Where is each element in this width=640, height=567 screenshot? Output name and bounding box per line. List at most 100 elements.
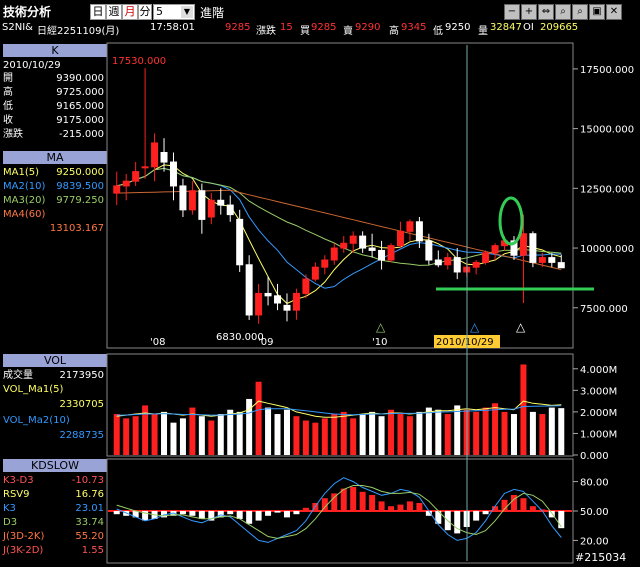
signal-triangle: △ (516, 320, 526, 334)
kd-diff-bar (558, 511, 565, 529)
volume-bar (151, 414, 158, 455)
volume-bar (208, 420, 215, 455)
volume-bar (510, 414, 517, 455)
candle-body (396, 230, 404, 247)
volume-bar (397, 414, 404, 455)
candle-body (538, 257, 546, 263)
kd-diff-bar (340, 488, 347, 511)
volume-bar (548, 407, 555, 455)
kd-diff-bar (359, 491, 366, 511)
volume-bar (123, 418, 130, 455)
volume-bar (274, 414, 281, 455)
volume-bar (425, 407, 432, 455)
candle-body (482, 252, 490, 263)
volume-bar (482, 407, 489, 455)
candle-body (349, 235, 357, 244)
signal-triangle: △ (376, 320, 386, 334)
volume-bar (492, 403, 499, 455)
candle-body (529, 233, 537, 263)
candle-body (255, 292, 263, 316)
candle-body (311, 266, 319, 280)
volume-bar (435, 409, 442, 455)
kd-diff-bar (406, 501, 413, 511)
candle-body (226, 204, 234, 216)
kd-diff-bar (529, 506, 536, 511)
candle-body (425, 240, 433, 261)
volume-bar (331, 414, 338, 455)
price-chart-frame (106, 42, 574, 349)
volume-bar (236, 411, 243, 455)
candle-body (179, 185, 187, 211)
candle-body (434, 259, 442, 266)
candle-body (415, 221, 423, 242)
vol-tick-label: 3.000M (580, 386, 617, 397)
volume-bar (321, 418, 328, 455)
vol-tick-label: 1.000M (580, 429, 617, 440)
candle-body (274, 295, 282, 304)
candle-body (169, 161, 177, 187)
candle-body (245, 264, 253, 316)
low-marker-label: 6830.000 (216, 332, 264, 343)
price-tick-label: 10000.000 (580, 244, 634, 255)
candle-body (198, 190, 206, 220)
candle-body (359, 235, 367, 249)
volume-bar (539, 414, 546, 455)
volume-bar (388, 409, 395, 455)
price-chart: 17500.000 15000.000 12500.000 10000.000 7500… (112, 56, 634, 348)
volume-chart: 4.000M 3.000M 2.000M 1.000M 0.000 (113, 364, 617, 462)
candle-body (292, 292, 300, 311)
volume-bar (444, 414, 451, 455)
candle-body (368, 247, 376, 251)
price-tick-label: 17500.000 (580, 65, 634, 76)
kd-tick-label: 20.00 (580, 536, 609, 547)
kd-tick-label: 80.00 (580, 478, 609, 489)
candle-body (283, 304, 291, 311)
volume-bar (359, 414, 366, 455)
volume-bar (520, 364, 527, 455)
kd-diff-bar (302, 507, 309, 511)
candle-body (188, 190, 196, 211)
candle-body (444, 257, 452, 266)
volume-bar (198, 416, 205, 455)
candle-body (472, 261, 480, 268)
signal-triangle: △ (470, 320, 480, 334)
price-tick-label: 12500.000 (580, 184, 634, 195)
volume-bar (558, 408, 565, 455)
candle-body (141, 166, 149, 169)
candle-body (217, 199, 225, 206)
vol-tick-label: 4.000M (580, 365, 617, 376)
volume-bar (161, 411, 168, 455)
kd-diff-bar (113, 511, 120, 515)
candle-body (236, 218, 244, 266)
watermark: #215034 (575, 551, 627, 564)
chart-area[interactable]: 17500.000 15000.000 12500.000 10000.000 7500… (0, 0, 640, 567)
price-tick-label: 15000.000 (580, 125, 634, 136)
x-tick-label: '09 (258, 337, 273, 348)
kd-tick-label: 50.00 (580, 507, 609, 518)
cursor-date-label: 2010/10/29 (436, 337, 494, 348)
vol-tick-label: 0.000 (580, 451, 609, 462)
kd-diff-bar (397, 504, 404, 511)
candle-body (207, 199, 215, 218)
volume-bar (170, 422, 177, 455)
vol-tick-label: 2.000M (580, 408, 617, 419)
candle-body (453, 257, 461, 273)
candle-body (557, 262, 565, 269)
volume-bar (179, 418, 186, 455)
kd-diff-bar (227, 511, 234, 515)
candle-body (491, 245, 499, 254)
candle-body (387, 245, 395, 261)
volume-bar (378, 416, 385, 455)
volume-bar (312, 422, 319, 455)
kd-diff-bar (454, 511, 461, 534)
volume-bar (293, 416, 300, 455)
kd-diff-bar (189, 511, 196, 516)
kd-diff-bar (179, 511, 186, 515)
kd-diff-bar (255, 511, 262, 521)
volume-bar (501, 411, 508, 455)
volume-bar (416, 411, 423, 455)
candle-body (132, 171, 140, 182)
volume-bar (369, 411, 376, 455)
kd-diff-bar (293, 511, 300, 515)
volume-bar (227, 409, 234, 455)
